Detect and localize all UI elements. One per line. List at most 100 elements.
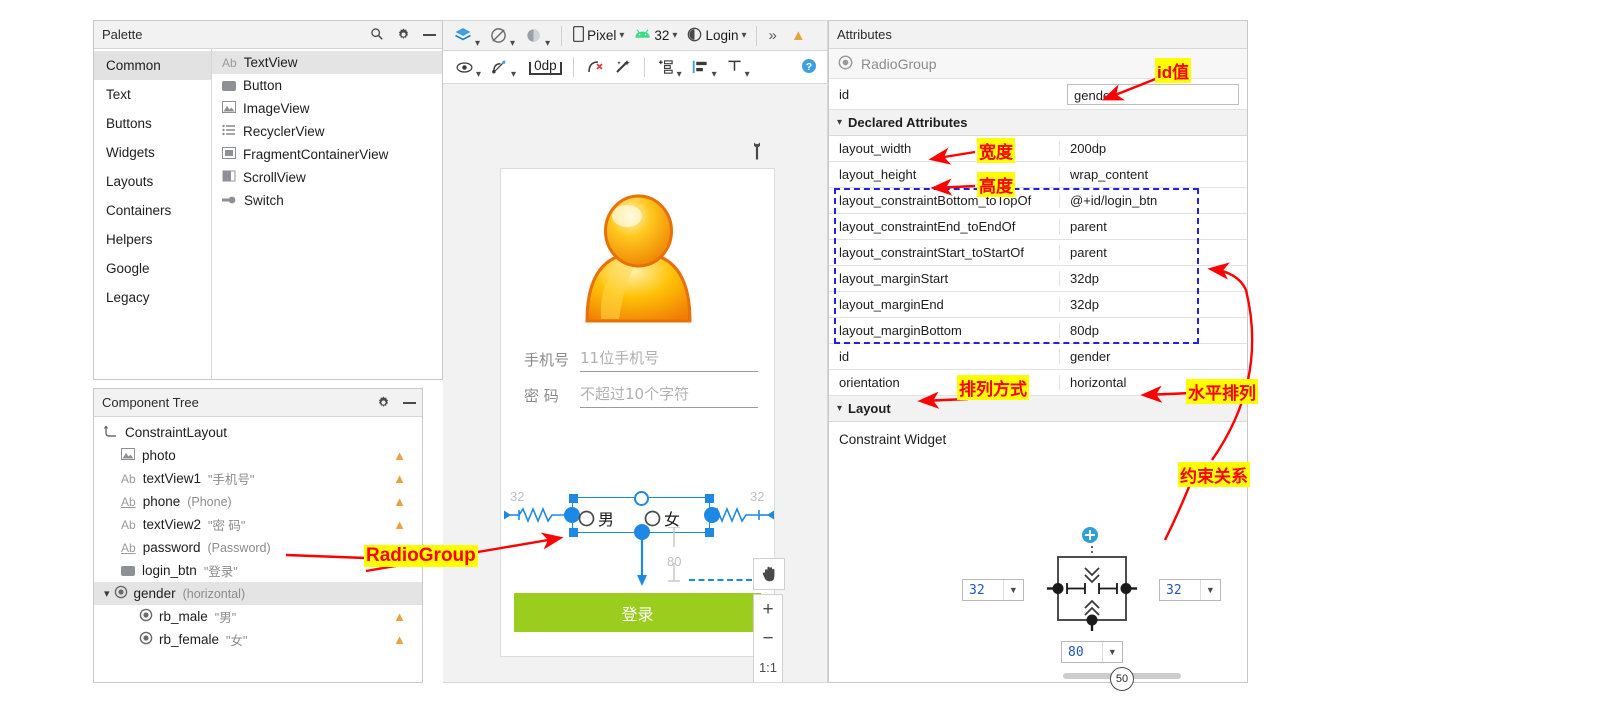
design-mode-button[interactable]: ▾ [449,23,485,49]
palette-category-helpers[interactable]: Helpers [94,225,211,254]
chevron-down-icon[interactable]: ▾ [510,38,515,49]
textview2-password-label[interactable]: 密 码 [524,385,559,406]
guidelines-button[interactable]: ▾ [652,54,687,80]
attribute-row-orientation[interactable]: orientation horizontal [829,370,1247,396]
left-margin-input[interactable]: 32 ▼ [962,579,1024,601]
attribute-row-constraint-bottom-totopof[interactable]: layout_constraintBottom_toTopOf @+id/log… [829,188,1247,214]
attribute-row-id[interactable]: id gender [829,344,1247,370]
right-margin-input[interactable]: 32 ▼ [1159,579,1221,601]
palette-item-scrollview[interactable]: ScrollView [212,166,442,189]
attribute-row-constraint-start-tostartof[interactable]: layout_constraintStart_toStartOf parent [829,240,1247,266]
attribute-row-margin-start[interactable]: layout_marginStart 32dp [829,266,1247,292]
chevron-down-icon[interactable]: ▾ [837,403,842,414]
warning-icon[interactable]: ▲ [393,517,406,532]
design-canvas[interactable]: 手机号 11位手机号 密 码 不超过10个字符 32 32 男 女 80 登录 … [443,84,828,683]
attribute-value[interactable]: 32dp [1059,271,1247,286]
pan-tool-button[interactable] [753,558,785,590]
toggle-constraints-button[interactable]: ▾ [486,54,521,80]
chevron-down-icon[interactable]: ▾ [677,69,682,80]
chevron-down-icon[interactable]: ▾ [476,69,481,80]
chevron-down-icon[interactable]: ▾ [742,30,747,41]
palette-item-switch[interactable]: Switch [212,189,442,212]
attribute-row-id-top[interactable]: id gender [829,79,1247,110]
zoom-in-button[interactable]: + [754,595,782,624]
chevron-down-icon[interactable]: ▼ [1199,580,1220,600]
rb-male[interactable]: 男 [578,506,614,530]
palette-item-fragmentcontainerview[interactable]: FragmentContainerView [212,143,442,166]
palette-category-widgets[interactable]: Widgets [94,138,211,167]
warning-icon[interactable]: ▲ [393,609,406,624]
resize-handle-br[interactable] [705,528,714,537]
baseline-button[interactable]: ▾ [722,54,755,80]
textview1-phone-label[interactable]: 手机号 [524,349,569,370]
constraint-anchor-right[interactable] [704,507,720,523]
tree-node-rb-male[interactable]: rb_male "男" ▲ [94,605,422,628]
wrench-icon[interactable] [750,142,764,163]
search-icon[interactable] [370,27,384,43]
tree-node-textview2[interactable]: Ab textView2 "密 码" ▲ [94,513,422,536]
chevron-down-icon[interactable]: ▾ [745,69,750,80]
blueprint-mode-button[interactable]: ▾ [485,23,520,49]
chevron-down-icon[interactable]: ▾ [837,117,842,128]
align-button[interactable]: ▾ [687,54,722,80]
palette-item-textview[interactable]: Ab TextView [212,51,442,74]
theme-toggle-button[interactable]: ▾ [520,23,555,49]
zoom-out-button[interactable]: − [754,624,782,653]
attribute-row-margin-end[interactable]: layout_marginEnd 32dp [829,292,1247,318]
tree-node-constraintlayout[interactable]: ConstraintLayout [94,421,422,444]
gear-icon[interactable] [396,27,411,44]
chevron-down-icon[interactable]: ▾ [511,69,516,80]
warning-icon[interactable]: ▲ [393,632,406,647]
attribute-value[interactable]: parent [1059,219,1247,234]
chevron-down-icon[interactable]: ▾ [712,69,717,80]
attribute-value[interactable]: wrap_content [1059,167,1247,182]
warning-icon[interactable]: ▲ [393,494,406,509]
resize-handle-tl[interactable] [569,494,578,503]
api-level-selector[interactable]: 32 ▾ [629,23,682,49]
gear-icon[interactable] [376,395,391,412]
attribute-row-margin-bottom[interactable]: layout_marginBottom 80dp [829,318,1247,344]
attribute-row-layout-height[interactable]: layout_height wrap_content [829,162,1247,188]
phone-input[interactable]: 11位手机号 [580,347,758,372]
login-button[interactable]: 登录 [514,593,761,632]
palette-category-buttons[interactable]: Buttons [94,109,211,138]
palette-category-containers[interactable]: Containers [94,196,211,225]
palette-category-text[interactable]: Text [94,80,211,109]
tree-node-textview1[interactable]: Ab textView1 "手机号" ▲ [94,467,422,490]
attribute-value[interactable]: 32dp [1059,297,1247,312]
bias-slider-thumb[interactable]: 50 [1110,667,1134,691]
default-margin-button[interactable]: 0dp [525,59,566,75]
add-constraint-icon[interactable] [1081,526,1099,547]
palette-category-google[interactable]: Google [94,254,211,283]
device-preview[interactable]: 手机号 11位手机号 密 码 不超过10个字符 32 32 男 女 80 登录 [500,168,775,657]
attribute-value[interactable]: 200dp [1059,141,1247,156]
chevron-down-icon[interactable]: ▾ [545,38,550,49]
help-icon[interactable]: ? [801,58,817,77]
minimize-icon[interactable] [423,34,436,36]
palette-category-common[interactable]: Common [94,51,211,80]
chevron-down-icon[interactable]: ▾ [475,38,480,49]
resize-handle-bl[interactable] [569,528,578,537]
device-selector[interactable]: Pixel ▾ [568,23,629,49]
attribute-value[interactable]: 80dp [1059,323,1247,338]
attribute-value[interactable]: @+id/login_btn [1059,193,1247,208]
chevron-down-icon[interactable]: ▾ [104,587,110,600]
clear-constraints-button[interactable] [581,54,609,80]
warning-icon[interactable]: ▲ [393,471,406,486]
password-input[interactable]: 不超过10个字符 [580,383,758,408]
attribute-row-layout-width[interactable]: layout_width 200dp [829,136,1247,162]
tree-node-photo[interactable]: photo ▲ [94,444,422,467]
warning-icon[interactable]: ▲ [785,27,812,44]
palette-item-button[interactable]: Button [212,74,442,97]
palette-item-recyclerview[interactable]: RecyclerView [212,120,442,143]
attribute-value[interactable]: parent [1059,245,1247,260]
tree-node-phone[interactable]: Ab phone (Phone) ▲ [94,490,422,513]
toolbar-overflow-button[interactable]: » [761,27,785,44]
tree-node-rb-female[interactable]: rb_female "女" ▲ [94,628,422,651]
tree-node-gender[interactable]: ▾ gender (horizontal) [94,582,422,605]
palette-category-legacy[interactable]: Legacy [94,283,211,312]
attribute-value[interactable]: gender [1059,349,1247,364]
palette-category-layouts[interactable]: Layouts [94,167,211,196]
chevron-down-icon[interactable]: ▾ [672,30,677,41]
constraint-anchor-top[interactable] [634,491,649,506]
